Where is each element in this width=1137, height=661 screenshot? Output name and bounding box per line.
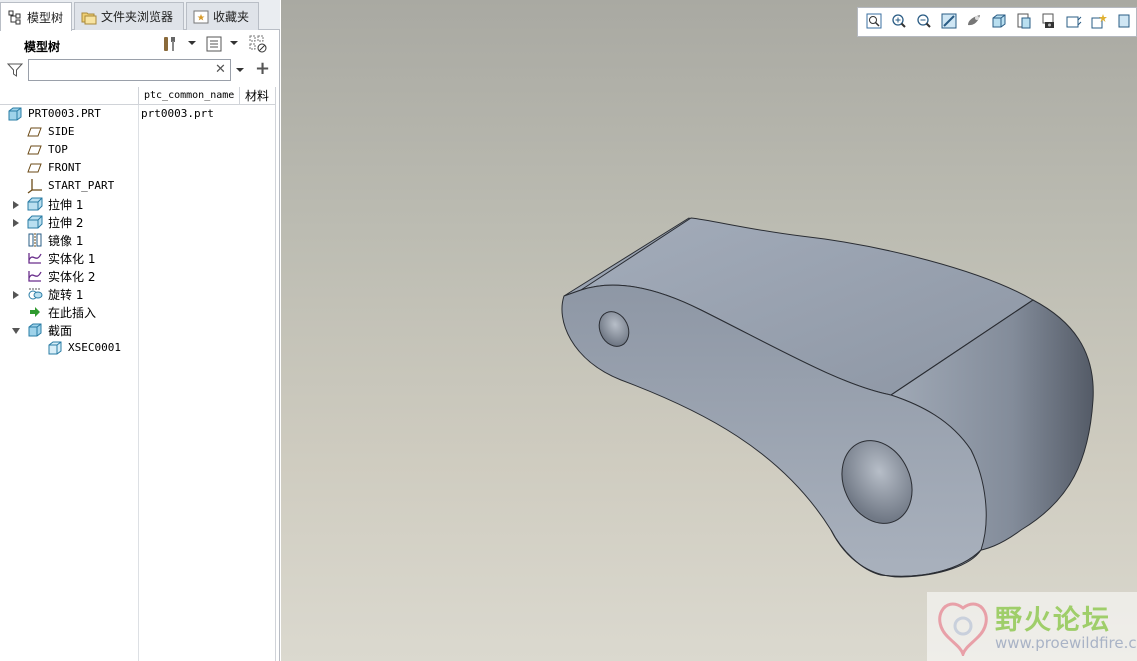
section-icon xyxy=(27,322,43,338)
favorites-icon xyxy=(193,9,209,25)
tree-item-front[interactable]: FRONT xyxy=(0,159,276,177)
insert-here-arrow-icon xyxy=(27,304,43,320)
tree-item-part[interactable]: PRT0003.PRT prt0003.prt xyxy=(0,105,276,123)
tab-favorites[interactable]: 收藏夹 xyxy=(186,2,259,30)
tree-item-label: 在此插入 xyxy=(48,306,97,320)
tree-search-input[interactable] xyxy=(28,59,231,81)
folder-browser-icon xyxy=(81,9,97,25)
tree-item-start-part[interactable]: START_PART xyxy=(0,177,276,195)
chevron-down-icon[interactable] xyxy=(188,41,196,45)
watermark: 野火论坛 www.proewildfire.cn xyxy=(927,592,1137,661)
tab-label: 模型树 xyxy=(27,10,64,25)
show-columns-button[interactable] xyxy=(204,35,224,55)
revolve-icon xyxy=(27,286,43,302)
tree-item-label: FRONT xyxy=(48,161,82,174)
search-row: ✕ + xyxy=(0,58,280,84)
tree-item-label: START_PART xyxy=(48,179,115,192)
column-header[interactable]: 材料 xyxy=(239,87,276,105)
mirror-icon xyxy=(27,232,43,248)
tree-item-mirror-1[interactable]: 镜像 1 xyxy=(0,231,276,249)
tree-item-insert-here[interactable]: 在此插入 xyxy=(0,303,276,321)
tree-filter-icon xyxy=(248,34,268,57)
expand-arrow-icon[interactable] xyxy=(12,217,20,227)
tree-item-extrude-2[interactable]: 拉伸 2 xyxy=(0,213,276,231)
graphics-viewport[interactable]: 野火论坛 www.proewildfire.cn xyxy=(281,0,1137,661)
collapse-arrow-icon[interactable] xyxy=(11,325,20,335)
tree-item-solidify-1[interactable]: 实体化 1 xyxy=(0,249,276,267)
tree-header: 模型树 xyxy=(0,31,280,59)
solidify-icon xyxy=(27,268,43,284)
tree-item-label: SIDE xyxy=(48,125,75,138)
extrude-icon xyxy=(27,196,43,212)
part-model-3d[interactable] xyxy=(281,0,1137,661)
filter-funnel-icon[interactable] xyxy=(6,62,24,81)
chevron-down-icon[interactable] xyxy=(236,68,244,72)
extrude-icon xyxy=(27,214,43,230)
tree-item-label: 实体化 1 xyxy=(48,252,96,266)
section-icon xyxy=(47,340,63,356)
watermark-url: www.proewildfire.cn xyxy=(995,634,1137,652)
coordinate-system-icon xyxy=(27,178,43,194)
tree-item-label: XSEC0001 xyxy=(68,341,121,354)
model-tree-panel: 模型树 文件夹浏览器 收藏夹 模型树 ✕ + ptc_common_name 材… xyxy=(0,0,280,661)
part-icon xyxy=(7,106,23,122)
datum-plane-icon xyxy=(27,160,43,176)
column-header[interactable]: ptc_common_name xyxy=(138,87,239,105)
tree-item-label: 拉伸 2 xyxy=(48,216,84,230)
common-name-value: prt0003.prt xyxy=(141,107,214,120)
list-columns-icon xyxy=(205,35,223,56)
tools-icon xyxy=(161,35,179,56)
tree-item-label: 实体化 2 xyxy=(48,270,96,284)
tree-filters-button[interactable] xyxy=(248,35,268,55)
solidify-icon xyxy=(27,250,43,266)
tree-title: 模型树 xyxy=(24,40,61,54)
tree-column-header: ptc_common_name 材料 xyxy=(0,87,276,105)
tree-item-label: 镜像 1 xyxy=(48,234,84,248)
expand-arrow-icon[interactable] xyxy=(12,289,20,299)
chevron-down-icon[interactable] xyxy=(230,41,238,45)
tree-item-xsec0001[interactable]: XSEC0001 xyxy=(0,339,276,357)
tab-label: 收藏夹 xyxy=(213,10,250,24)
tree-item-label: 截面 xyxy=(48,324,73,338)
tree-item-solidify-2[interactable]: 实体化 2 xyxy=(0,267,276,285)
tree-item-label: 旋转 1 xyxy=(48,288,84,302)
watermark-title: 野火论坛 xyxy=(995,605,1111,636)
tab-label: 文件夹浏览器 xyxy=(101,10,174,24)
tree-item-top[interactable]: TOP xyxy=(0,141,276,159)
add-icon[interactable]: + xyxy=(255,58,270,79)
tree-item-extrude-1[interactable]: 拉伸 1 xyxy=(0,195,276,213)
expand-arrow-icon[interactable] xyxy=(12,199,20,209)
tree-item-label: PRT0003.PRT xyxy=(28,107,101,120)
tree-item-sections[interactable]: 截面 xyxy=(0,321,276,339)
watermark-logo-icon xyxy=(935,598,991,659)
datum-plane-icon xyxy=(27,124,43,140)
tab-model-tree[interactable]: 模型树 xyxy=(0,2,72,31)
tree-item-label: TOP xyxy=(48,143,68,156)
settings-tools-button[interactable] xyxy=(160,35,180,55)
tree-item-label: 拉伸 1 xyxy=(48,198,84,212)
model-tree-icon xyxy=(7,9,23,25)
tree-item-side[interactable]: SIDE xyxy=(0,123,276,141)
datum-plane-icon xyxy=(27,142,43,158)
tree-item-revolve-1[interactable]: 旋转 1 xyxy=(0,285,276,303)
navigator-tabs: 模型树 文件夹浏览器 收藏夹 xyxy=(0,0,280,31)
tab-folder-browser[interactable]: 文件夹浏览器 xyxy=(74,2,184,30)
clear-search-icon[interactable]: ✕ xyxy=(215,62,226,77)
